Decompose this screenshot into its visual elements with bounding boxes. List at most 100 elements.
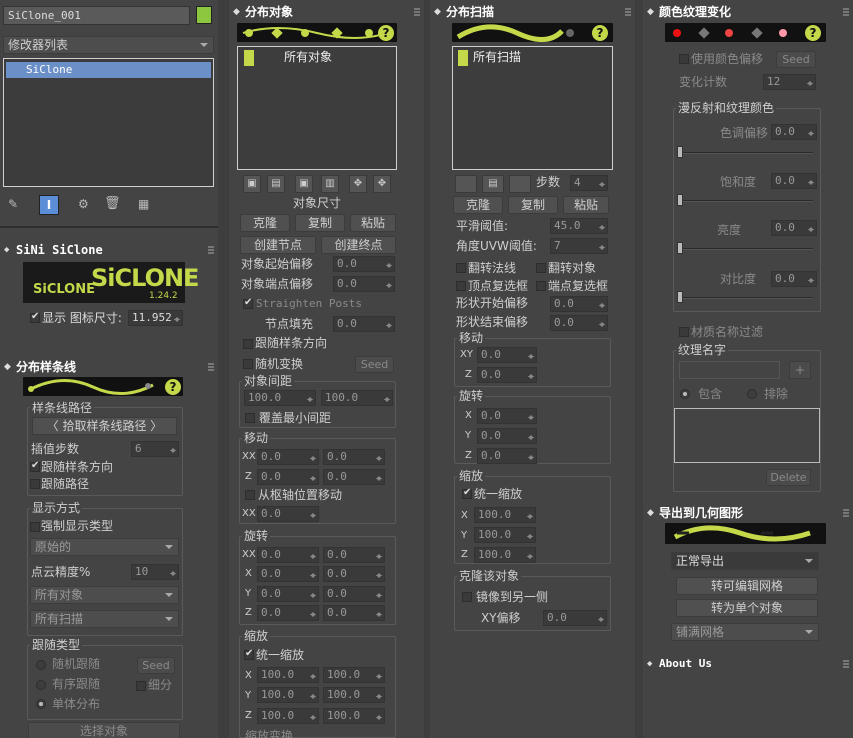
create-end-button[interactable]: 创建终点 [321,236,396,254]
sweep-scale-x[interactable]: 100.0 [474,507,536,523]
end-offset-spinner[interactable]: 0.0 [333,276,395,292]
rot-x-a[interactable]: 0.0 [257,566,319,582]
sweep-uniform-checkbox[interactable] [462,487,472,499]
column-splitter-1[interactable] [218,0,229,738]
flip-obj-checkbox[interactable] [536,263,546,273]
pin-stack-icon[interactable]: ✎ [8,197,22,211]
object-color-swatch[interactable] [196,6,212,24]
spacing-b-spinner[interactable]: 100.0 [321,390,393,406]
rot-y-b[interactable]: 0.0 [323,586,385,602]
texture-name-input[interactable] [679,361,780,379]
object-list-icon[interactable]: ▥ [321,175,339,193]
rot-xx-a[interactable]: 0.0 [257,547,319,563]
ordered-follow-radio[interactable] [36,680,46,690]
export-rollout-header[interactable]: ◆ 导出到几何图形 [643,504,853,522]
move-up-icon[interactable]: ✥ [349,175,367,193]
sweep-scale-z[interactable]: 100.0 [474,547,536,563]
add-texture-button[interactable]: + [789,361,811,379]
sat-spinner[interactable]: 0.0 [771,173,817,189]
distsweep-rollout-header[interactable]: ◆ 分布扫描 [430,3,635,21]
subdivide-checkbox[interactable] [136,681,146,691]
follow-path-checkbox[interactable] [30,479,40,489]
distobj-clone-button[interactable]: 克隆 [240,214,290,232]
sweep-move-z[interactable]: 0.0 [477,367,537,383]
spline-help-icon[interactable]: ? [165,379,181,395]
color-seed-button[interactable]: Seed [776,51,816,68]
end-sel-checkbox[interactable] [536,281,546,291]
distobj-list[interactable]: 所有对象 [237,46,397,170]
shape-end-spinner[interactable]: 0.0 [550,315,608,331]
sweep-rot-z[interactable]: 0.0 [477,448,537,464]
random-follow-radio[interactable] [36,660,46,670]
distobj-help-icon[interactable]: ? [378,25,394,41]
steps-spinner[interactable]: 4 [570,175,608,191]
move-z-b-spinner[interactable]: 0.0 [323,469,385,485]
sweep-scale-y[interactable]: 100.0 [474,527,536,543]
all-objects-dropdown[interactable]: 所有对象 [30,586,179,604]
move-down-icon[interactable]: ✥ [373,175,391,193]
all-sweeps-dropdown[interactable]: 所有扫描 [30,610,179,628]
uvw-threshold-spinner[interactable]: 7 [550,238,608,254]
move-xx-a-spinner[interactable]: 0.0 [257,449,319,465]
single-dist-radio[interactable] [36,699,46,709]
column-splitter-3[interactable] [635,0,643,738]
move-xx2-spinner[interactable]: 0.0 [257,506,319,522]
follow-seed-button[interactable]: Seed [137,657,175,674]
remove-modifier-icon[interactable]: 🗑 [104,196,121,211]
color-help-icon[interactable]: ? [805,25,821,41]
distsweep-list-item[interactable]: 所有扫描 [473,50,521,64]
configure-sets-icon[interactable]: ▦ [138,197,149,211]
use-offset-checkbox[interactable] [679,54,689,64]
rot-z-b[interactable]: 0.0 [323,605,385,621]
move-xx-b-spinner[interactable]: 0.0 [323,449,385,465]
scale-x-b[interactable]: 100.0 [323,667,385,683]
distobj-seed-button[interactable]: Seed [355,356,394,373]
object-name-field[interactable]: SiClone_001 [3,6,190,25]
straighten-checkbox[interactable] [243,297,253,309]
distsweep-copy-button[interactable]: 复制 [508,196,558,214]
rot-y-a[interactable]: 0.0 [257,586,319,602]
texture-list[interactable] [674,408,820,463]
distobj-copy-button[interactable]: 复制 [295,214,345,232]
select-object-button[interactable]: 选择对象 [28,722,180,738]
contrast-slider[interactable] [677,291,813,303]
start-offset-spinner[interactable]: 0.0 [333,256,395,272]
random-xform-checkbox[interactable] [243,359,253,369]
move-z-a-spinner[interactable]: 0.0 [257,469,319,485]
spline-rollout-header[interactable]: ◆ 分布样条线 [0,358,218,376]
smooth-threshold-spinner[interactable]: 45.0 [550,218,608,234]
interp-steps-spinner[interactable]: 6 [131,441,179,457]
distsweep-help-icon[interactable]: ? [592,25,608,41]
to-single-object-button[interactable]: 转为单个对象 [676,599,818,617]
sweep-rot-y[interactable]: 0.0 [477,428,537,444]
to-editable-mesh-button[interactable]: 转可编辑网格 [676,577,818,595]
rot-xx-b[interactable]: 0.0 [323,547,385,563]
sat-slider[interactable] [677,194,813,206]
pick-spline-button[interactable]: 〈 拾取样条线路径 〉 [32,417,177,435]
sweep-rot-x[interactable]: 0.0 [477,408,537,424]
scale-z-b[interactable]: 100.0 [323,708,385,724]
scale-x-a[interactable]: 100.0 [257,667,319,683]
bright-slider[interactable] [677,242,813,254]
variation-count-spinner[interactable]: 12 [763,74,816,90]
modifier-list-dropdown[interactable]: 修改器列表 [3,36,214,54]
hue-spinner[interactable]: 0.0 [771,124,817,140]
node-fill-spinner[interactable]: 0.0 [333,316,395,332]
override-min-checkbox[interactable] [245,413,255,423]
create-start-button[interactable]: 创建节点 [240,236,316,254]
bright-spinner[interactable]: 0.0 [771,220,817,236]
siclone-rollout-header[interactable]: ◆ SiNi SiClone [0,241,218,259]
mirror-checkbox[interactable] [462,592,472,602]
vertex-sel-checkbox[interactable] [456,281,466,291]
scale-z-a[interactable]: 100.0 [257,708,319,724]
follow-dir-checkbox[interactable] [30,460,40,472]
scale-y-b[interactable]: 100.0 [323,687,385,703]
distobj-rollout-header[interactable]: ◆ 分布对象 [229,3,424,21]
delete-texture-button[interactable]: Delete [766,469,811,486]
sweep-pick-icon[interactable] [455,175,477,193]
modifier-stack-list[interactable]: SiClone [3,58,214,187]
export-mode-dropdown[interactable]: 正常导出 [671,552,819,570]
spacing-a-spinner[interactable]: 100.0 [244,390,316,406]
mat-filter-checkbox[interactable] [679,327,689,337]
distsweep-paste-button[interactable]: 粘贴 [563,196,609,214]
